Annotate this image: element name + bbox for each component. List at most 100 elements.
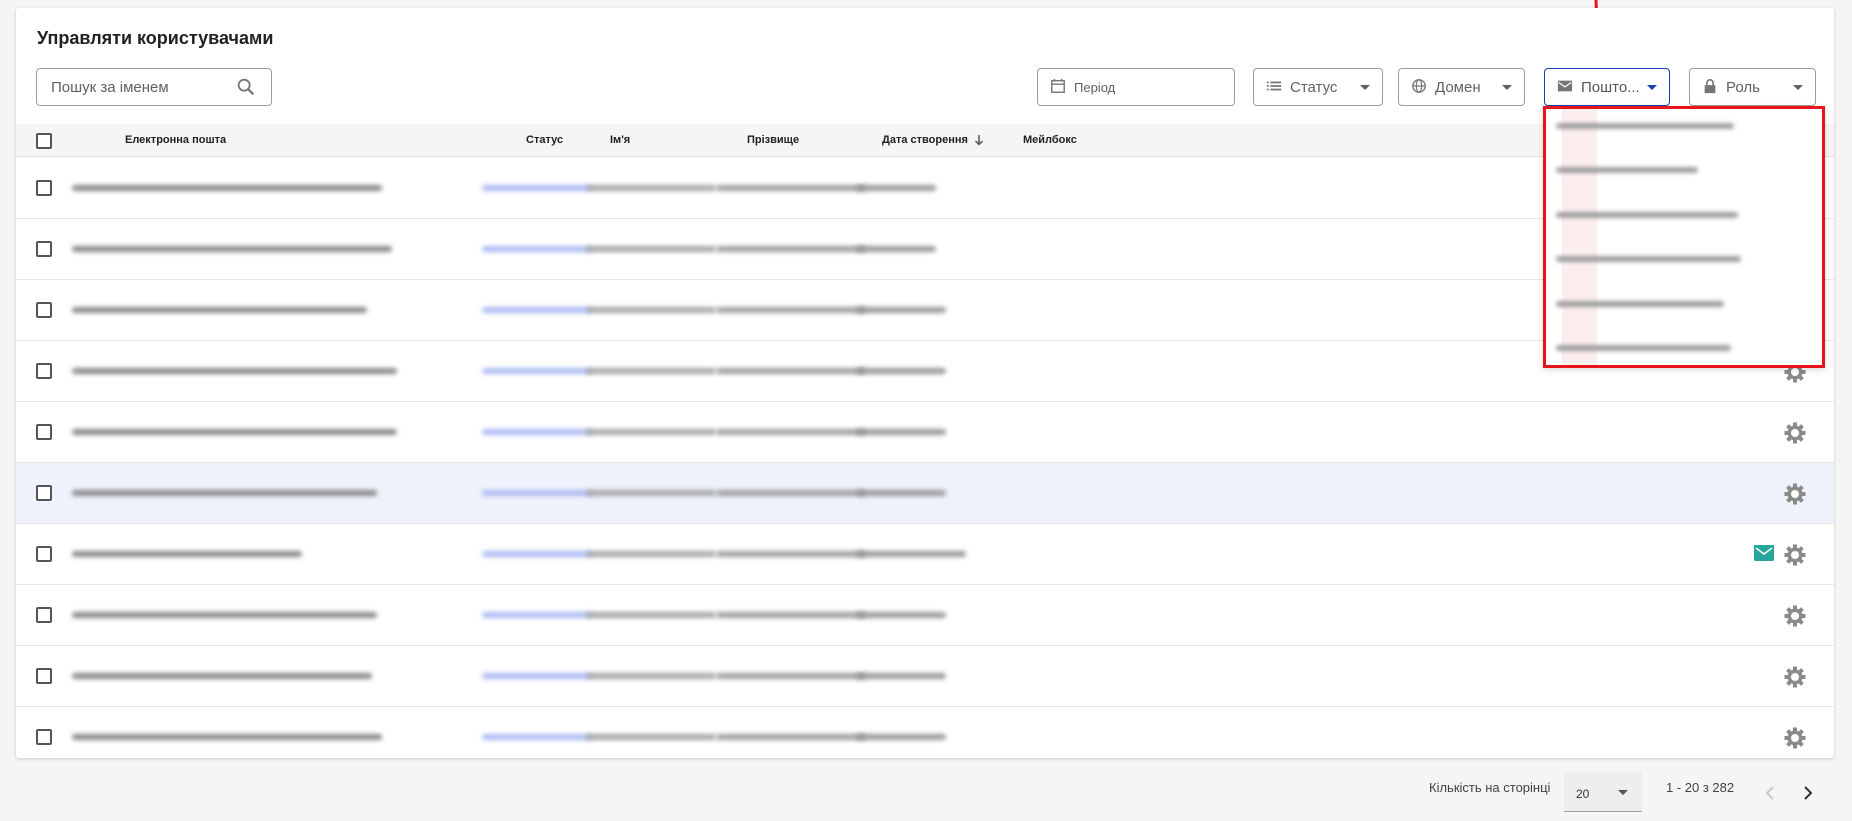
redacted-cell: [482, 307, 592, 313]
search-placeholder: Пошук за іменем: [51, 78, 169, 96]
table-row[interactable]: [16, 585, 1834, 646]
mailbox-active-icon: [1754, 545, 1774, 561]
redacted-cell: [856, 246, 936, 252]
chevron-down-icon: [1360, 84, 1370, 90]
page-title: Управляти користувачами: [37, 28, 274, 48]
redacted-cell: [716, 368, 866, 374]
row-checkbox[interactable]: [36, 241, 52, 257]
redacted-cell: [72, 734, 382, 740]
redacted-cell: [482, 368, 592, 374]
row-checkbox[interactable]: [36, 424, 52, 440]
table-row[interactable]: [16, 646, 1834, 707]
redacted-cell: [716, 612, 866, 618]
domain-filter[interactable]: Домен: [1398, 68, 1525, 106]
select-all-checkbox[interactable]: [36, 133, 52, 149]
redacted-cell: [716, 246, 866, 252]
redacted-cell: [716, 551, 866, 557]
next-page-icon[interactable]: [1801, 786, 1813, 800]
dropdown-option[interactable]: [1556, 256, 1741, 262]
gear-icon[interactable]: [1784, 483, 1806, 505]
gear-icon[interactable]: [1784, 666, 1806, 688]
period-filter[interactable]: Період: [1037, 68, 1235, 106]
table-row[interactable]: [16, 402, 1834, 463]
per-page-label: Кількість на сторінці: [1429, 780, 1551, 795]
row-checkbox[interactable]: [36, 729, 52, 745]
redacted-cell: [586, 307, 716, 313]
table-row[interactable]: [16, 524, 1834, 585]
header-email[interactable]: Електронна пошта: [125, 134, 226, 146]
row-checkbox[interactable]: [36, 180, 52, 196]
per-page-select[interactable]: 20: [1564, 772, 1642, 812]
redacted-cell: [72, 368, 397, 374]
globe-icon: [1411, 78, 1429, 96]
dropdown-option[interactable]: [1556, 123, 1734, 129]
redacted-cell: [482, 734, 592, 740]
redacted-cell: [716, 734, 866, 740]
redacted-cell: [72, 551, 302, 557]
gear-icon[interactable]: [1784, 544, 1806, 566]
header-status[interactable]: Статус: [526, 134, 563, 146]
redacted-cell: [716, 490, 866, 496]
lock-icon: [1702, 78, 1720, 96]
mailbox-filter[interactable]: Пошто...: [1544, 68, 1670, 106]
row-checkbox[interactable]: [36, 668, 52, 684]
chevron-down-icon: [1793, 84, 1803, 90]
list-icon: [1266, 78, 1284, 96]
sort-arrow-down-icon[interactable]: [974, 134, 984, 146]
redacted-cell: [856, 612, 946, 618]
redacted-cell: [716, 429, 866, 435]
redacted-cell: [482, 612, 592, 618]
header-mailbox[interactable]: Мейлбокс: [1023, 134, 1077, 146]
redacted-cell: [72, 185, 382, 191]
redacted-cell: [72, 307, 367, 313]
gear-icon[interactable]: [1784, 727, 1806, 749]
row-checkbox[interactable]: [36, 546, 52, 562]
header-created[interactable]: Дата створення: [882, 134, 968, 146]
redacted-cell: [856, 673, 946, 679]
redacted-cell: [586, 612, 716, 618]
redacted-cell: [482, 429, 592, 435]
redacted-cell: [482, 551, 592, 557]
dropdown-option[interactable]: [1556, 212, 1738, 218]
chevron-down-icon: [1618, 790, 1628, 795]
dropdown-option[interactable]: [1556, 345, 1731, 351]
role-filter[interactable]: Роль: [1689, 68, 1816, 106]
redacted-cell: [856, 551, 966, 557]
row-checkbox[interactable]: [36, 302, 52, 318]
redacted-cell: [482, 246, 592, 252]
redacted-cell: [72, 429, 397, 435]
chevron-down-icon: [1502, 84, 1512, 90]
row-checkbox[interactable]: [36, 607, 52, 623]
gear-icon[interactable]: [1784, 605, 1806, 627]
prev-page-icon[interactable]: [1765, 786, 1777, 800]
redacted-cell: [586, 185, 716, 191]
redacted-cell: [482, 490, 592, 496]
table-row[interactable]: [16, 463, 1834, 524]
gear-icon[interactable]: [1784, 422, 1806, 444]
dropdown-option[interactable]: [1556, 167, 1698, 173]
domain-filter-label: Домен: [1435, 78, 1481, 96]
search-input[interactable]: Пошук за іменем: [36, 68, 272, 106]
header-first-name[interactable]: Ім'я: [610, 134, 630, 146]
redacted-cell: [586, 368, 716, 374]
row-checkbox[interactable]: [36, 485, 52, 501]
role-filter-label: Роль: [1726, 78, 1760, 96]
redacted-cell: [72, 490, 377, 496]
mail-icon: [1557, 78, 1575, 96]
redacted-cell: [856, 490, 946, 496]
redacted-cell: [856, 429, 946, 435]
redacted-cell: [716, 673, 866, 679]
pagination-range: 1 - 20 з 282: [1666, 780, 1735, 795]
per-page-value: 20: [1576, 787, 1590, 801]
dropdown-highlight-strip: [1562, 109, 1597, 365]
table-row[interactable]: [16, 707, 1834, 758]
dropdown-option[interactable]: [1556, 301, 1724, 307]
redacted-cell: [482, 673, 592, 679]
status-filter[interactable]: Статус: [1253, 68, 1383, 106]
redacted-cell: [586, 673, 716, 679]
redacted-cell: [586, 246, 716, 252]
redacted-cell: [856, 734, 946, 740]
search-icon[interactable]: [235, 76, 257, 98]
header-last-name[interactable]: Прізвище: [747, 134, 799, 146]
row-checkbox[interactable]: [36, 363, 52, 379]
